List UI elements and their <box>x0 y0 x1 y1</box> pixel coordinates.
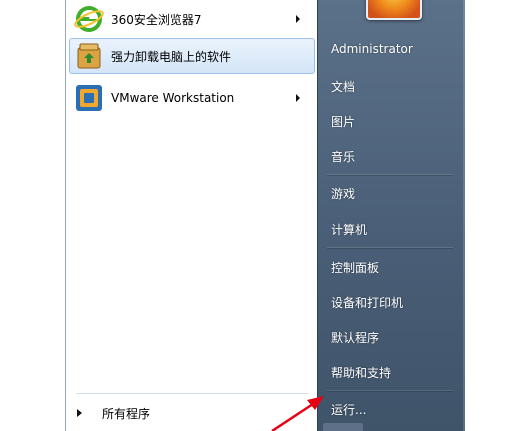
default-programs-link[interactable]: 默认程序 <box>331 329 379 346</box>
places-separator <box>327 390 453 392</box>
help-support-link[interactable]: 帮助和支持 <box>331 364 391 381</box>
music-link[interactable]: 音乐 <box>331 148 355 165</box>
shutdown-button-edge[interactable] <box>323 423 363 431</box>
user-folder-link[interactable]: Administrator <box>331 42 413 56</box>
program-item-360-browser[interactable]: 360安全浏览器7 <box>69 1 315 37</box>
vmware-icon <box>76 85 102 111</box>
places-separator <box>327 174 453 176</box>
control-panel-link[interactable]: 控制面板 <box>331 259 379 276</box>
program-item-vmware[interactable]: VMware Workstation <box>69 80 315 116</box>
program-label: VMware Workstation <box>111 91 235 105</box>
devices-printers-link[interactable]: 设备和打印机 <box>331 294 403 311</box>
games-link[interactable]: 游戏 <box>331 185 355 202</box>
uninstaller-icon <box>77 43 101 69</box>
program-label: 360安全浏览器7 <box>111 12 202 27</box>
program-label: 强力卸载电脑上的软件 <box>111 49 232 64</box>
program-item-uninstaller[interactable]: 强力卸载电脑上的软件 <box>69 38 315 74</box>
pictures-link[interactable]: 图片 <box>331 113 355 130</box>
documents-link[interactable]: 文档 <box>331 78 355 95</box>
run-link[interactable]: 运行... <box>331 401 366 418</box>
annotation-arrow-icon <box>271 396 324 431</box>
start-menu: 360安全浏览器7 强力卸载电脑上的软件 VMware Workstation <box>65 0 465 431</box>
places-separator <box>327 247 453 249</box>
user-picture[interactable] <box>366 0 422 20</box>
all-programs-label: 所有程序 <box>102 406 151 421</box>
programs-pane: 360安全浏览器7 强力卸载电脑上的软件 VMware Workstation <box>65 0 317 431</box>
360-browser-icon <box>74 6 104 32</box>
right-arrow-icon <box>77 409 82 417</box>
submenu-arrow-icon <box>296 94 300 102</box>
computer-link[interactable]: 计算机 <box>331 221 367 238</box>
submenu-arrow-icon <box>296 15 300 23</box>
